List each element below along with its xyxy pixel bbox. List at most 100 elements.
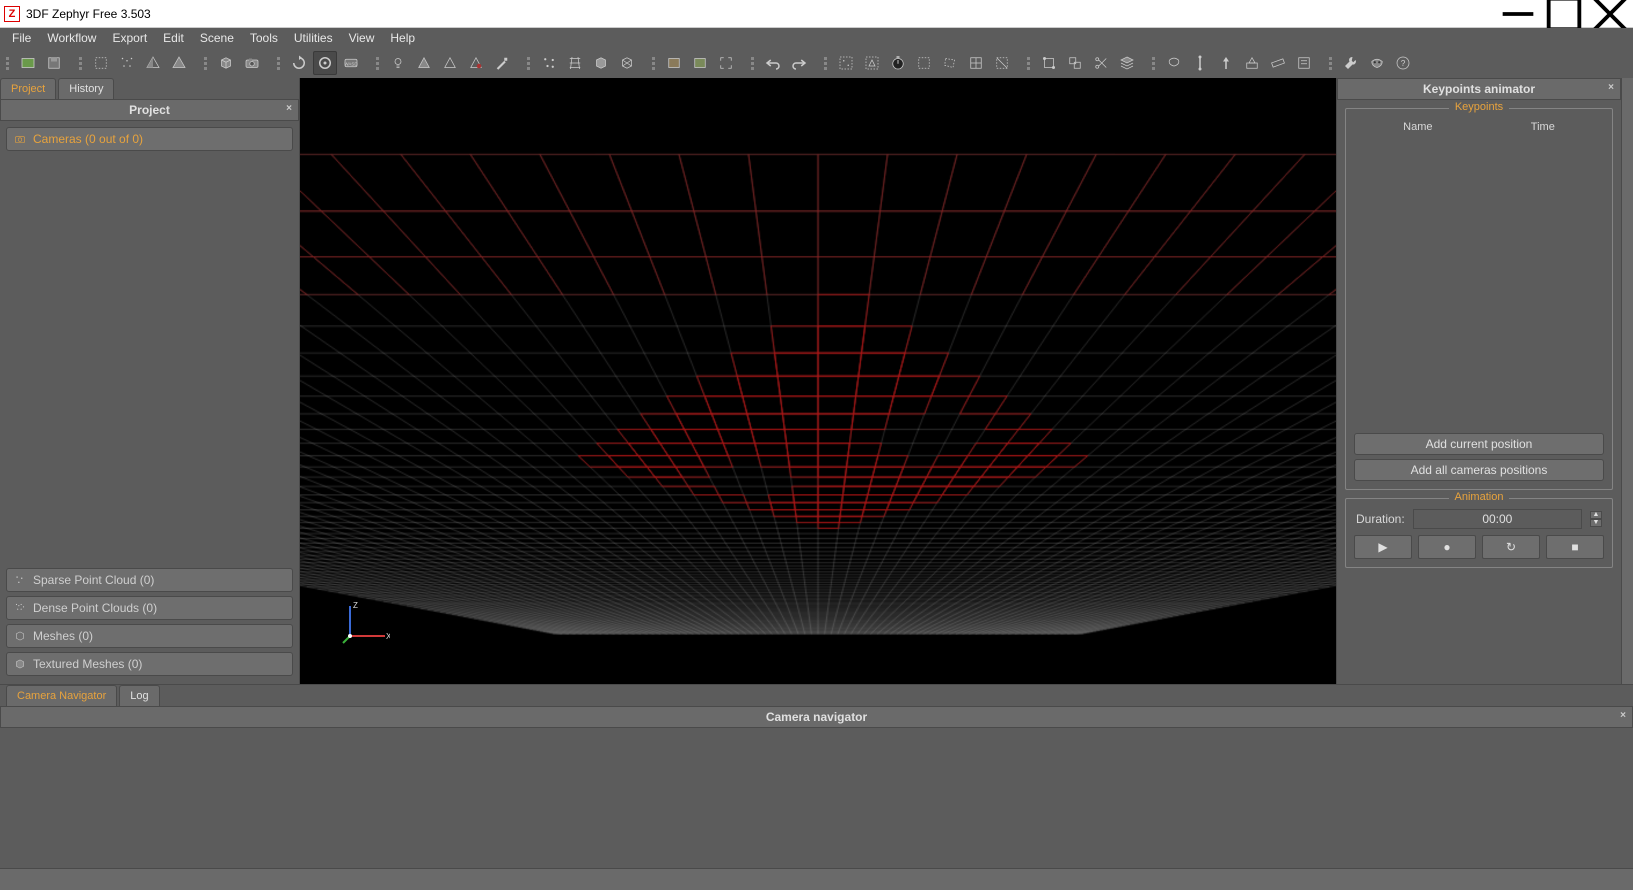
shade-flat-icon[interactable] [412,51,436,75]
tab-log[interactable]: Log [119,685,159,706]
tab-project[interactable]: Project [0,78,56,99]
bounding-box-icon[interactable] [89,51,113,75]
select-crop-icon[interactable] [990,51,1014,75]
app-icon-letter: Z [9,8,16,20]
close-icon[interactable]: × [1620,710,1626,721]
menu-edit[interactable]: Edit [155,29,192,47]
image-b-icon[interactable] [688,51,712,75]
save-icon[interactable] [42,51,66,75]
vertical-scrollbar[interactable] [1621,78,1633,684]
help-icon[interactable]: ? [1391,51,1415,75]
svg-text:WASD: WASD [344,61,358,66]
mesh-wire-icon[interactable] [167,51,191,75]
loop-button[interactable]: ↻ [1482,535,1540,559]
tree-cameras[interactable]: Cameras (0 out of 0) [6,127,293,151]
ruler-icon[interactable] [1266,51,1290,75]
add-current-position-button[interactable]: Add current position [1354,433,1604,455]
mask-icon[interactable] [1365,51,1389,75]
tab-camera-navigator[interactable]: Camera Navigator [6,685,117,706]
menu-export[interactable]: Export [104,29,155,47]
right-panel: Keypoints animator × Keypoints Name Time… [1336,78,1621,684]
tree-cameras-label: Cameras (0 out of 0) [33,132,143,146]
maximize-button[interactable] [1541,0,1587,28]
tree-meshes[interactable]: Meshes (0) [6,624,293,648]
brush-icon[interactable] [490,51,514,75]
points-tool-icon[interactable] [537,51,561,75]
layers-icon[interactable] [1115,51,1139,75]
vertical-icon[interactable] [1188,51,1212,75]
camera-navigator-body[interactable] [0,728,1633,868]
close-icon[interactable]: × [286,103,292,114]
menu-workflow[interactable]: Workflow [39,29,104,47]
menu-scene[interactable]: Scene [192,29,242,47]
select-rect-icon[interactable] [912,51,936,75]
add-all-cameras-button[interactable]: Add all cameras positions [1354,459,1604,481]
scissors-icon[interactable] [1089,51,1113,75]
menu-view[interactable]: View [341,29,383,47]
keypoints-title: Keypoints animator [1423,82,1535,96]
image-a-icon[interactable] [662,51,686,75]
orbit-icon[interactable] [313,51,337,75]
tree-textured[interactable]: Textured Meshes (0) [6,652,293,676]
select-mesh-icon[interactable] [860,51,884,75]
mesh-tool-icon[interactable] [563,51,587,75]
bottom-panel: Camera Navigator Log Camera navigator × [0,684,1633,890]
select-points-icon[interactable] [834,51,858,75]
tree-meshes-label: Meshes (0) [33,629,93,643]
menu-utilities[interactable]: Utilities [286,29,341,47]
expand-icon[interactable] [714,51,738,75]
cube-icon[interactable] [214,51,238,75]
pin-down-icon[interactable] [1214,51,1238,75]
viewport-3d[interactable]: Z X [300,78,1336,684]
keypoints-group: Keypoints Name Time Add current position… [1345,108,1613,490]
sparse-cloud-icon[interactable] [115,51,139,75]
close-icon[interactable]: × [1608,82,1614,93]
duration-label: Duration: [1356,512,1405,526]
mesh-icon[interactable] [141,51,165,75]
lasso-free-icon[interactable] [1162,51,1186,75]
tree-sparse[interactable]: Sparse Point Cloud (0) [6,568,293,592]
select-lasso-icon[interactable] [938,51,962,75]
extrude-icon[interactable] [1240,51,1264,75]
main-toolbar: WASD ? [0,48,1633,78]
play-button[interactable]: ▶ [1354,535,1412,559]
align-icon[interactable] [1063,51,1087,75]
duration-field[interactable]: 00:00 [1413,509,1582,529]
project-title: Project [129,103,170,117]
record-button[interactable]: ● [1418,535,1476,559]
tab-history[interactable]: History [58,78,114,99]
shade-x-icon[interactable] [464,51,488,75]
wire-solid-icon[interactable] [615,51,639,75]
new-project-icon[interactable] [16,51,40,75]
menu-help[interactable]: Help [382,29,423,47]
minimize-button[interactable] [1495,0,1541,28]
window-title: 3DF Zephyr Free 3.503 [26,7,151,21]
select-grid-icon[interactable] [964,51,988,75]
light-icon[interactable] [386,51,410,75]
keypoints-legend: Keypoints [1449,101,1509,113]
undo-icon[interactable] [761,51,785,75]
left-tabs: Project History [0,78,299,99]
wasd-icon[interactable]: WASD [339,51,363,75]
duration-spinner[interactable]: ▲▼ [1590,511,1602,527]
stopwatch-icon[interactable] [886,51,910,75]
tree-dense[interactable]: Dense Point Clouds (0) [6,596,293,620]
shade-smooth-icon[interactable] [438,51,462,75]
wrench-icon[interactable] [1339,51,1363,75]
close-button[interactable] [1587,0,1633,28]
note-icon[interactable] [1292,51,1316,75]
transform-icon[interactable] [1037,51,1061,75]
menu-file[interactable]: File [4,29,39,47]
camera-icon[interactable] [240,51,264,75]
solid-icon[interactable] [589,51,613,75]
redo-icon[interactable] [787,51,811,75]
keypoints-list[interactable] [1354,135,1604,429]
keypoints-animator-header: Keypoints animator × [1337,78,1621,100]
axis-gizmo: Z X [340,596,390,646]
rotate-icon[interactable] [287,51,311,75]
title-bar: Z 3DF Zephyr Free 3.503 [0,0,1633,28]
stop-button[interactable]: ■ [1546,535,1604,559]
menu-tools[interactable]: Tools [242,29,286,47]
axis-z-label: Z [353,601,358,610]
camera-navigator-header: Camera navigator × [0,706,1633,728]
